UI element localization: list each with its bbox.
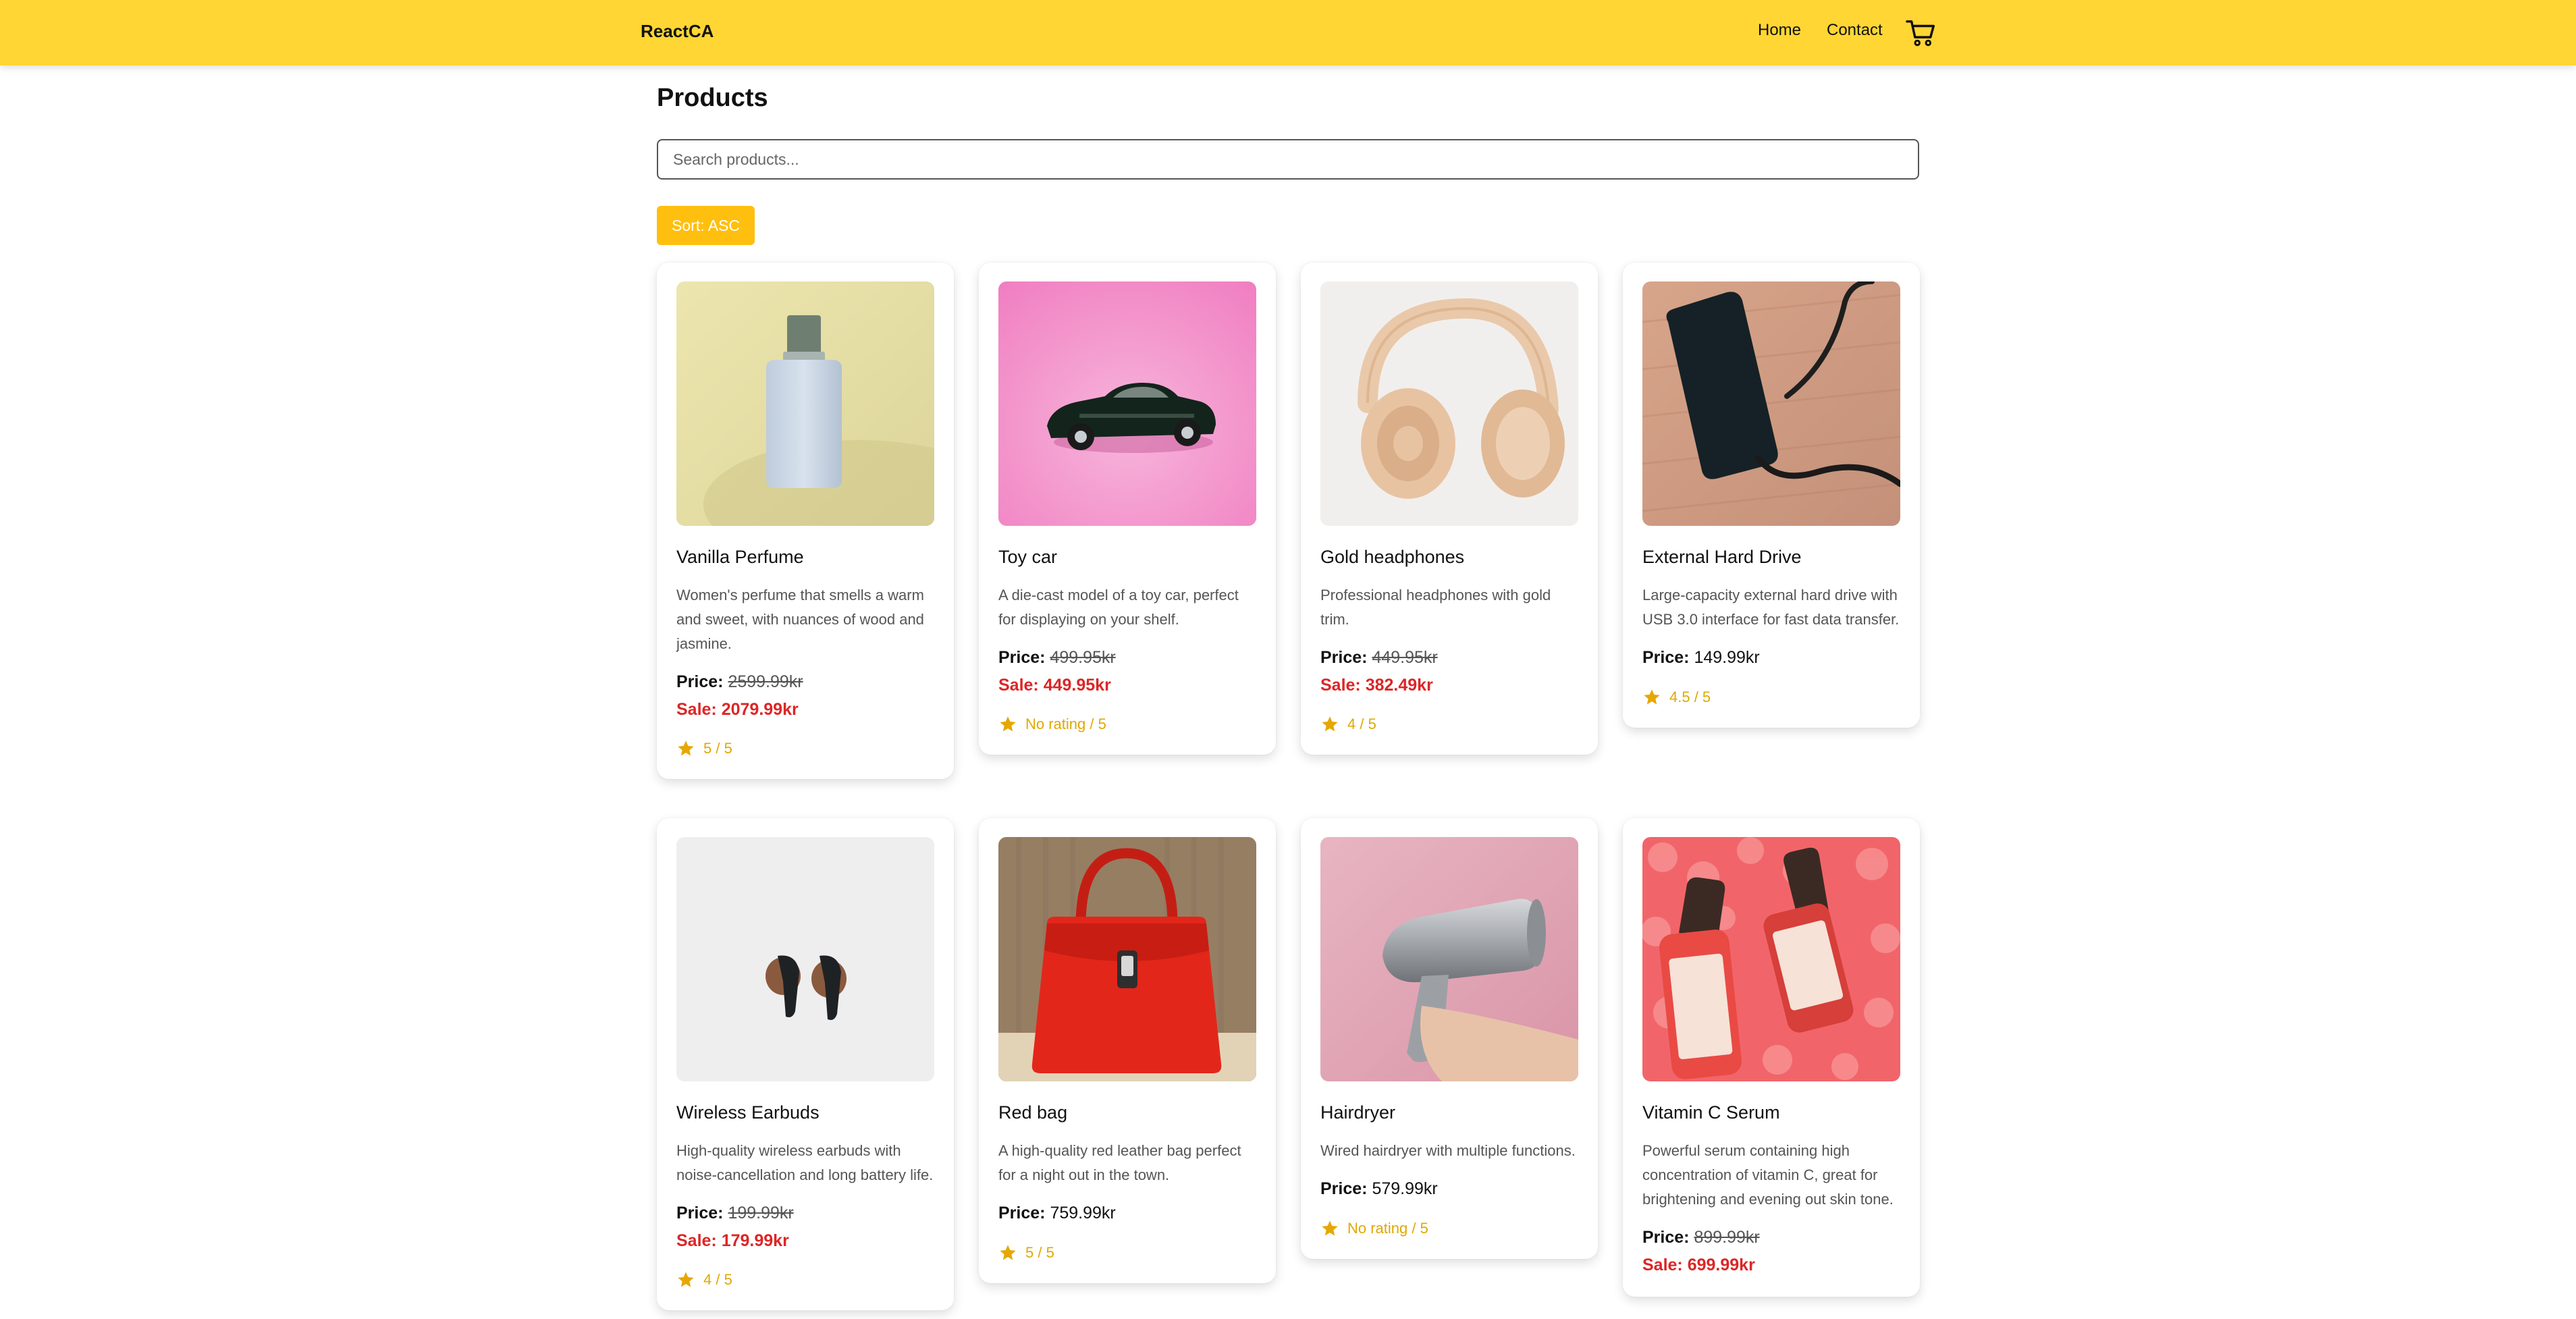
product-description: Women's perfume that smells a warm and s…: [676, 587, 924, 652]
product-image-perfume: [676, 281, 934, 526]
product-card[interactable]: External Hard Drive Large-capacity exter…: [1623, 263, 1920, 728]
original-price: 499.95kr: [1050, 648, 1116, 667]
product-image-headphones: [1320, 281, 1578, 526]
product-card[interactable]: Toy car A die-cast model of a toy car, p…: [979, 263, 1276, 755]
product-image-toy-car: [998, 281, 1256, 526]
product-image-hairdryer: [1320, 837, 1578, 1081]
sort-button[interactable]: Sort: ASC: [657, 206, 755, 245]
product-description: A high-quality red leather bag perfect f…: [998, 1142, 1241, 1183]
original-price: 2599.99kr: [728, 672, 803, 691]
price-label: Price:: [1642, 1228, 1690, 1247]
product-name: Hairdryer: [1320, 1102, 1396, 1123]
product-card[interactable]: Wireless Earbuds High-quality wireless e…: [657, 818, 954, 1310]
product-rating: No rating / 5: [1320, 1218, 1578, 1239]
product-description: Large-capacity external hard drive with …: [1642, 587, 1900, 628]
product-rating: 4.5 / 5: [1642, 687, 1900, 707]
product-price: Price: 579.99kr: [1320, 1177, 1578, 1201]
product-description: Professional headphones with gold trim.: [1320, 587, 1551, 628]
regular-price: 579.99kr: [1372, 1179, 1438, 1198]
product-card[interactable]: Vanilla Perfume Women's perfume that sme…: [657, 263, 954, 779]
original-price: 899.99kr: [1694, 1228, 1760, 1247]
star-icon: [1000, 716, 1016, 732]
price-label: Price:: [676, 672, 724, 691]
product-rating: 5 / 5: [676, 738, 934, 759]
price-label: Price:: [998, 648, 1046, 667]
product-rating: 5 / 5: [998, 1243, 1256, 1263]
brand-logo[interactable]: ReactCA: [641, 21, 714, 42]
shopping-cart-icon[interactable]: [1906, 19, 1937, 47]
star-icon: [678, 1272, 694, 1287]
price-label: Price:: [1320, 1179, 1368, 1198]
rating-value: 5 / 5: [703, 740, 732, 757]
product-price: Price: 149.99kr: [1642, 645, 1900, 670]
product-name: External Hard Drive: [1642, 547, 1802, 567]
sale-price: Sale: 699.99kr: [1642, 1256, 1755, 1274]
product-image-hard-drive: [1642, 281, 1900, 526]
rating-value: 4.5 / 5: [1669, 689, 1711, 705]
page-title: Products: [657, 84, 768, 112]
product-name: Toy car: [998, 547, 1058, 567]
product-name: Gold headphones: [1320, 547, 1465, 567]
product-card[interactable]: Gold headphones Professional headphones …: [1301, 263, 1598, 755]
product-card[interactable]: Hairdryer Wired hairdryer with multiple …: [1301, 818, 1598, 1259]
star-icon: [678, 741, 694, 756]
product-name: Red bag: [998, 1102, 1068, 1123]
product-card[interactable]: Vitamin C Serum Powerful serum containin…: [1623, 818, 1920, 1297]
product-image-red-bag: [998, 837, 1256, 1081]
product-price: Price: 499.95kr: [998, 645, 1256, 670]
product-price: Price: 199.99kr: [676, 1201, 934, 1225]
regular-price: 149.99kr: [1694, 648, 1760, 667]
star-icon: [1322, 716, 1338, 732]
top-navbar: ReactCA Home Contact: [0, 0, 2576, 65]
product-price: Price: 759.99kr: [998, 1201, 1256, 1225]
sale-price: Sale: 179.99kr: [676, 1231, 789, 1250]
regular-price: 759.99kr: [1050, 1204, 1116, 1222]
rating-value: No rating / 5: [1347, 1220, 1428, 1237]
product-description: Powerful serum containing high concentra…: [1642, 1142, 1894, 1208]
product-description: Wired hairdryer with multiple functions.: [1320, 1142, 1576, 1159]
rating-value: 5 / 5: [1025, 1244, 1054, 1261]
star-icon: [1322, 1220, 1338, 1236]
sale-price: Sale: 449.95kr: [998, 676, 1111, 695]
rating-value: No rating / 5: [1025, 716, 1106, 732]
original-price: 199.99kr: [728, 1204, 794, 1222]
nav-home-link[interactable]: Home: [1758, 21, 1801, 40]
price-label: Price:: [676, 1204, 724, 1222]
product-name: Vitamin C Serum: [1642, 1102, 1780, 1123]
price-label: Price:: [1320, 648, 1368, 667]
product-description: High-quality wireless earbuds with noise…: [676, 1142, 934, 1183]
rating-value: 4 / 5: [703, 1271, 732, 1288]
product-rating: No rating / 5: [998, 714, 1256, 734]
product-price: Price: 2599.99kr: [676, 670, 934, 694]
product-rating: 4 / 5: [676, 1270, 934, 1290]
nav-contact-link[interactable]: Contact: [1827, 21, 1883, 40]
product-rating: 4 / 5: [1320, 714, 1578, 734]
rating-value: 4 / 5: [1347, 716, 1376, 732]
star-icon: [1644, 689, 1660, 705]
product-image-earbuds: [676, 837, 934, 1081]
product-card[interactable]: Red bag A high-quality red leather bag p…: [979, 818, 1276, 1283]
sale-price: Sale: 382.49kr: [1320, 676, 1433, 695]
product-description: A die-cast model of a toy car, perfect f…: [998, 587, 1239, 628]
product-name: Wireless Earbuds: [676, 1102, 820, 1123]
sale-price: Sale: 2079.99kr: [676, 700, 799, 719]
price-label: Price:: [1642, 648, 1690, 667]
price-label: Price:: [998, 1204, 1046, 1222]
search-input[interactable]: [657, 139, 1919, 180]
star-icon: [1000, 1245, 1016, 1260]
product-price: Price: 449.95kr: [1320, 645, 1578, 670]
original-price: 449.95kr: [1372, 648, 1438, 667]
product-price: Price: 899.99kr: [1642, 1225, 1900, 1249]
product-name: Vanilla Perfume: [676, 547, 804, 567]
product-image-serum: [1642, 837, 1900, 1081]
